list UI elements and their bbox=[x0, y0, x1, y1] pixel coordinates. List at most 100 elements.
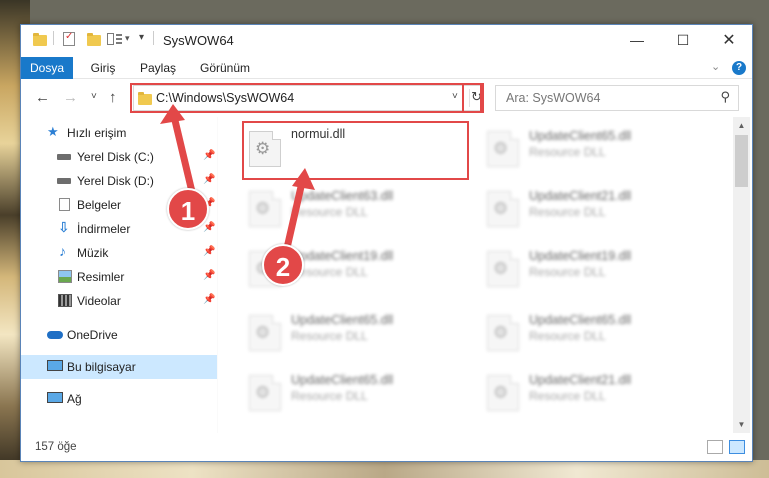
folder-icon bbox=[33, 33, 47, 46]
pin-icon[interactable]: 📌 bbox=[203, 174, 215, 185]
gear-icon: ⚙ bbox=[255, 383, 271, 402]
file-item[interactable]: ⚙ UpdateClient21.dll Resource DLL bbox=[481, 181, 709, 237]
file-item[interactable]: ⚙ UpdateClient19.dll Resource DLL bbox=[481, 241, 709, 297]
recent-locations-icon[interactable]: ˅ bbox=[91, 91, 97, 102]
downloads-icon: ⇩ bbox=[58, 219, 70, 235]
tab-paylas[interactable]: Paylaş bbox=[133, 57, 183, 79]
sidebar-item-videos[interactable]: Videolar 📌 bbox=[21, 289, 217, 313]
sidebar-item-disk-c[interactable]: Yerel Disk (C:) 📌 bbox=[21, 145, 217, 169]
file-name: UpdateClient65.dll bbox=[291, 313, 394, 327]
dropdown-icon[interactable]: ▾ bbox=[139, 32, 144, 48]
file-item[interactable]: ⚙ UpdateClient65.dll Resource DLL bbox=[243, 365, 471, 421]
file-description: Resource DLL bbox=[529, 329, 606, 343]
sidebar-item-label: Ağ bbox=[67, 392, 82, 406]
scroll-down-icon[interactable]: ▼ bbox=[733, 416, 750, 433]
sidebar-item-onedrive[interactable]: OneDrive bbox=[21, 323, 217, 347]
computer-icon bbox=[47, 360, 63, 371]
pictures-icon bbox=[58, 270, 72, 283]
file-item[interactable]: ⚙ UpdateClient65.dll Resource DLL bbox=[481, 305, 709, 361]
forward-arrow-icon[interactable]: → bbox=[63, 89, 78, 106]
file-name: UpdateClient19.dll bbox=[291, 249, 394, 263]
file-description: Resource DLL bbox=[291, 389, 368, 403]
sidebar-item-label: Belgeler bbox=[77, 198, 122, 212]
search-input[interactable]: Ara: SysWOW64 ⚲ bbox=[495, 85, 739, 111]
file-item[interactable]: ⚙ UpdateClient65.dll Resource DLL bbox=[243, 305, 471, 361]
properties-icon[interactable]: ✓ bbox=[63, 31, 75, 46]
file-description: Resource DLL bbox=[291, 329, 368, 343]
drive-icon bbox=[57, 154, 71, 160]
sidebar-item-label: Hızlı erişim bbox=[67, 126, 127, 140]
sidebar-item-label: Resimler bbox=[77, 270, 125, 284]
sidebar-item-music[interactable]: ♪ Müzik 📌 bbox=[21, 241, 217, 265]
file-description: Resource DLL bbox=[529, 389, 606, 403]
step-badge-1: 1 bbox=[167, 188, 209, 230]
file-name: UpdateClient19.dll bbox=[529, 249, 632, 263]
navigation-pane: ★ Hızlı erişim Yerel Disk (C:) 📌 Yerel D… bbox=[21, 117, 217, 433]
sidebar-item-quick-access[interactable]: ★ Hızlı erişim bbox=[21, 121, 217, 145]
address-highlight-box bbox=[130, 83, 482, 113]
file-name: UpdateClient63.dll bbox=[291, 189, 394, 203]
network-icon bbox=[47, 392, 63, 403]
customize-view-icon[interactable] bbox=[107, 33, 123, 45]
sidebar-item-this-pc[interactable]: Bu bilgisayar bbox=[21, 355, 217, 379]
gear-icon: ⚙ bbox=[493, 323, 509, 342]
gear-icon: ⚙ bbox=[493, 259, 509, 278]
pane-divider[interactable] bbox=[217, 117, 218, 433]
sidebar-item-label: İndirmeler bbox=[77, 222, 131, 236]
pin-icon[interactable]: 📌 bbox=[203, 270, 215, 281]
separator bbox=[153, 31, 154, 45]
music-icon: ♪ bbox=[59, 243, 66, 259]
close-button[interactable]: ✕ bbox=[706, 25, 752, 55]
back-arrow-icon[interactable]: ← bbox=[35, 89, 50, 106]
scroll-up-icon[interactable]: ▲ bbox=[733, 117, 750, 134]
window-title: SysWOW64 bbox=[163, 33, 234, 48]
new-folder-icon[interactable] bbox=[87, 33, 101, 46]
search-icon[interactable]: ⚲ bbox=[720, 89, 730, 105]
tab-dosya[interactable]: Dosya bbox=[21, 57, 73, 79]
tab-giris[interactable]: Giriş bbox=[83, 57, 123, 79]
file-item[interactable]: ⚙ UpdateClient65.dll Resource DLL bbox=[481, 121, 709, 177]
search-placeholder: Ara: SysWOW64 bbox=[506, 91, 601, 105]
documents-icon bbox=[59, 198, 70, 211]
title-bar: ✓ ▾ ▾ SysWOW64 — ☐ ✕ bbox=[21, 25, 752, 57]
pin-icon[interactable]: 📌 bbox=[203, 294, 215, 305]
file-name: UpdateClient65.dll bbox=[291, 373, 394, 387]
status-bar: 157 öğe bbox=[21, 435, 752, 461]
sidebar-item-pictures[interactable]: Resimler 📌 bbox=[21, 265, 217, 289]
pin-icon[interactable]: 📌 bbox=[203, 246, 215, 257]
item-count: 157 öğe bbox=[35, 441, 77, 453]
maximize-button[interactable]: ☐ bbox=[660, 25, 706, 55]
scroll-thumb[interactable] bbox=[735, 135, 748, 187]
explorer-window: ✓ ▾ ▾ SysWOW64 — ☐ ✕ Dosya Giriş Paylaş … bbox=[20, 24, 753, 462]
file-name: UpdateClient21.dll bbox=[529, 189, 632, 203]
file-name: UpdateClient65.dll bbox=[529, 129, 632, 143]
separator bbox=[53, 31, 54, 45]
gear-icon: ⚙ bbox=[493, 383, 509, 402]
chevron-down-icon[interactable]: ▾ bbox=[125, 33, 130, 49]
pin-icon[interactable]: 📌 bbox=[203, 150, 215, 161]
help-button[interactable]: ? bbox=[732, 61, 746, 75]
sidebar-item-label: Müzik bbox=[77, 246, 109, 260]
step-badge-2: 2 bbox=[262, 244, 304, 286]
file-name: UpdateClient21.dll bbox=[529, 373, 632, 387]
pin-icon[interactable]: 📌 bbox=[203, 222, 215, 233]
gear-icon: ⚙ bbox=[255, 199, 271, 218]
large-icons-view-icon[interactable] bbox=[729, 440, 745, 454]
vertical-scrollbar[interactable]: ▲ ▼ bbox=[733, 117, 750, 433]
expand-ribbon-icon[interactable]: ⌄ bbox=[711, 60, 720, 73]
details-view-icon[interactable] bbox=[707, 440, 723, 454]
file-description: Resource DLL bbox=[529, 265, 606, 279]
file-item[interactable]: ⚙ UpdateClient63.dll Resource DLL bbox=[243, 181, 471, 237]
file-name: UpdateClient65.dll bbox=[529, 313, 632, 327]
sidebar-item-label: OneDrive bbox=[67, 328, 118, 342]
file-highlight-box bbox=[242, 121, 469, 180]
up-arrow-icon[interactable]: ↑ bbox=[109, 89, 117, 106]
gear-icon: ⚙ bbox=[493, 199, 509, 218]
tab-gorunum[interactable]: Görünüm bbox=[195, 57, 255, 79]
star-icon: ★ bbox=[47, 124, 59, 139]
sidebar-item-network[interactable]: Ağ bbox=[21, 387, 217, 411]
file-item[interactable]: ⚙ UpdateClient21.dll Resource DLL bbox=[481, 365, 709, 421]
file-description: Resource DLL bbox=[291, 205, 368, 219]
minimize-button[interactable]: — bbox=[614, 25, 660, 55]
ribbon: Dosya Giriş Paylaş Görünüm ⌄ ? bbox=[21, 57, 752, 79]
